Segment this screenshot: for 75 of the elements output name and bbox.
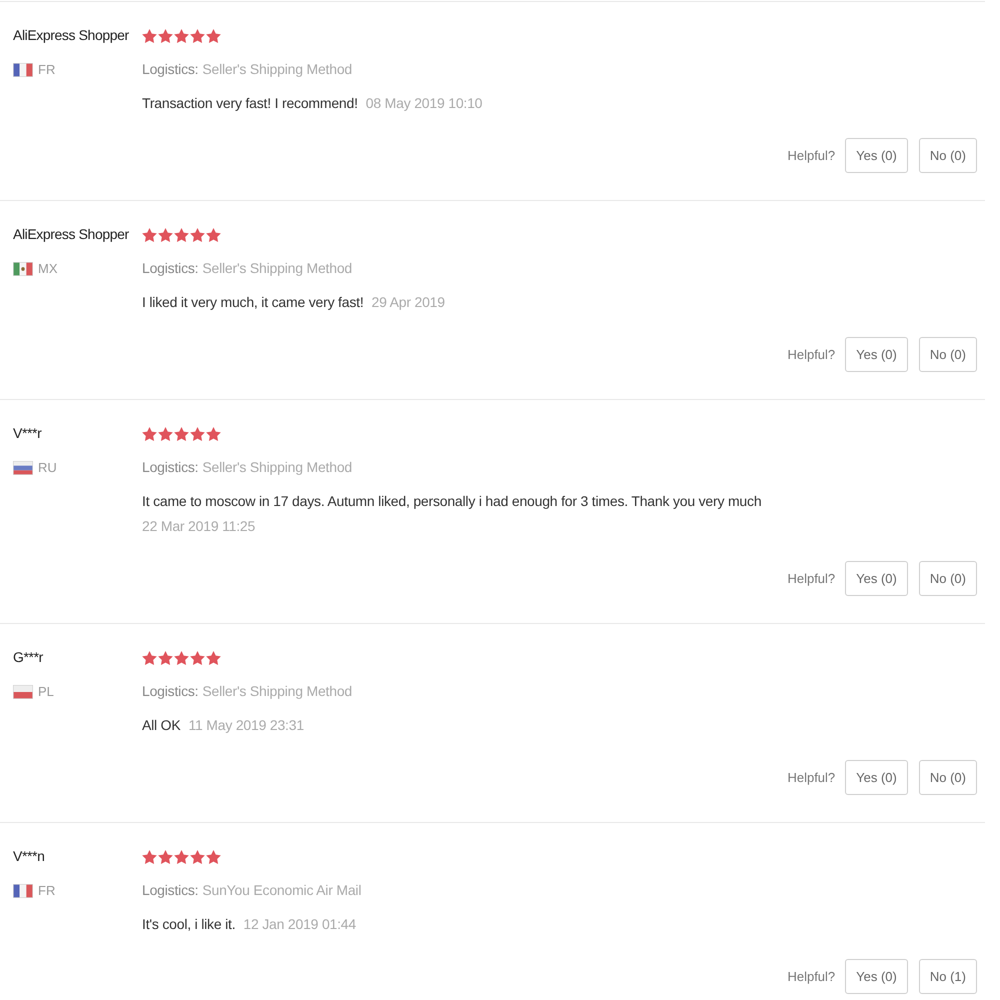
- logistics-label: Logistics:: [142, 60, 198, 79]
- star-icon: [206, 228, 221, 242]
- star-icon: [174, 29, 189, 43]
- review-date: 11 May 2019 23:31: [188, 716, 304, 735]
- helpful-label: Helpful?: [787, 768, 836, 787]
- star-icon: [206, 427, 221, 441]
- star-icon: [206, 850, 221, 864]
- review-comment: It's cool, i like it.: [142, 915, 236, 934]
- logistics-label: Logistics:: [142, 881, 198, 900]
- star-icon: [174, 850, 189, 864]
- no-vote-button[interactable]: No (0): [918, 138, 977, 173]
- reviewer-name: G***r: [13, 649, 43, 665]
- logistics-label: Logistics:: [142, 682, 198, 701]
- star-icon: [206, 29, 221, 43]
- logistics-label: Logistics:: [142, 259, 198, 278]
- star-icon: [174, 651, 189, 665]
- review-comment: It came to moscow in 17 days. Autumn liked, personally i had enough for 3 times. Thank you very much: [142, 492, 762, 511]
- review-comment: All OK: [142, 716, 180, 735]
- country-code: MX: [38, 260, 58, 278]
- star-icon: [158, 651, 173, 665]
- no-vote-button[interactable]: No (0): [918, 760, 977, 795]
- star-icon: [174, 228, 189, 242]
- yes-vote-button[interactable]: Yes (0): [845, 337, 908, 372]
- shipping-method-text: Seller's Shipping Method: [202, 458, 352, 477]
- star-icon: [158, 228, 173, 242]
- star-icon: [190, 228, 205, 242]
- star-icon: [158, 427, 173, 441]
- star-icon: [206, 651, 221, 665]
- review-date: 22 Mar 2019 11:25: [142, 517, 256, 536]
- logistics-label: Logistics:: [142, 458, 198, 477]
- flag-icon: [13, 460, 33, 474]
- flag-icon: [13, 884, 33, 898]
- flag-icon: [13, 262, 33, 276]
- star-icon: [142, 427, 157, 441]
- review-date: 08 May 2019 10:10: [366, 94, 482, 113]
- star-icon: [190, 850, 205, 864]
- review-comment: I liked it very much, it came very fast!: [142, 293, 364, 312]
- no-vote-button[interactable]: No (1): [918, 959, 977, 994]
- no-vote-button[interactable]: No (0): [918, 337, 977, 372]
- shipping-method-text: Seller's Shipping Method: [202, 60, 352, 79]
- no-vote-button[interactable]: No (0): [918, 561, 977, 596]
- helpful-label: Helpful?: [787, 968, 836, 986]
- reviewer-name: V***n: [13, 848, 44, 864]
- star-icon: [158, 29, 173, 43]
- country-code: PL: [38, 682, 54, 701]
- helpful-label: Helpful?: [787, 570, 836, 588]
- flag-icon: [13, 684, 33, 698]
- yes-vote-button[interactable]: Yes (0): [845, 561, 908, 596]
- star-icon: [142, 29, 157, 43]
- star-icon: [174, 427, 189, 441]
- star-icon: [158, 850, 173, 864]
- country-code: FR: [38, 882, 56, 900]
- helpful-label: Helpful?: [787, 146, 836, 165]
- star-icon: [190, 651, 205, 665]
- yes-vote-button[interactable]: Yes (0): [845, 959, 908, 994]
- reviewer-name: V***r: [13, 425, 42, 441]
- review-comment: Transaction very fast! I recommend!: [142, 94, 358, 113]
- star-icon: [142, 850, 157, 864]
- country-code: FR: [38, 60, 56, 79]
- shipping-method-text: SunYou Economic Air Mail: [202, 881, 362, 900]
- helpful-label: Helpful?: [787, 346, 836, 364]
- reviewer-name: AliExpress Shopper: [13, 226, 129, 242]
- country-code: RU: [38, 458, 57, 477]
- star-icon: [190, 427, 205, 441]
- shipping-method-text: Seller's Shipping Method: [202, 682, 352, 701]
- flag-icon: [13, 62, 33, 76]
- shipping-method-text: Seller's Shipping Method: [202, 259, 352, 278]
- yes-vote-button[interactable]: Yes (0): [845, 760, 908, 795]
- star-icon: [142, 228, 157, 242]
- review-date: 12 Jan 2019 01:44: [243, 915, 356, 934]
- reviewer-name: AliExpress Shopper: [13, 27, 129, 43]
- review-date: 29 Apr 2019: [372, 293, 445, 312]
- yes-vote-button[interactable]: Yes (0): [845, 138, 908, 173]
- star-icon: [142, 651, 157, 665]
- star-icon: [190, 29, 205, 43]
